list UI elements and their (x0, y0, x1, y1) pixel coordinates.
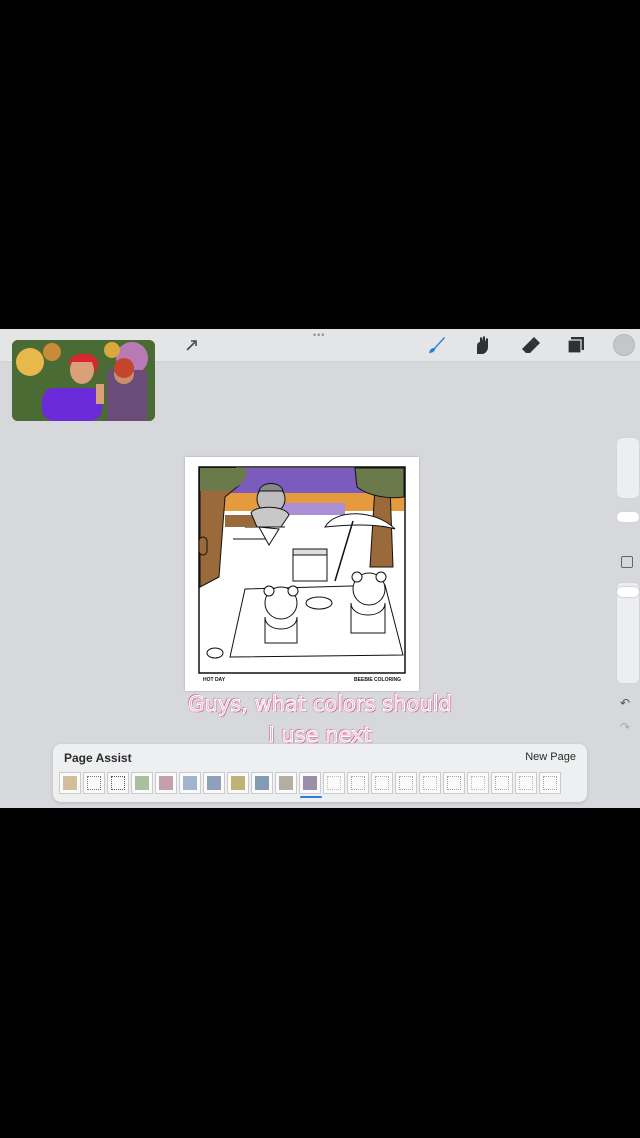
page-thumbnail[interactable] (131, 772, 153, 794)
page-thumbnail[interactable] (179, 772, 201, 794)
page-thumbnail-art (159, 776, 173, 790)
page-thumbnail[interactable] (491, 772, 513, 794)
page-thumbnail[interactable] (419, 772, 441, 794)
page-thumbnail-art (183, 776, 197, 790)
page-thumbnail[interactable] (251, 772, 273, 794)
page-thumbnail-art (375, 776, 389, 790)
page-thumbnail-art (63, 776, 77, 790)
artwork-caption-right: BEEBIE COLORING (354, 677, 401, 683)
page-thumbnail-art (303, 776, 317, 790)
new-page-button[interactable]: New Page (525, 751, 576, 763)
page-thumbnail-art (279, 776, 293, 790)
modify-button[interactable] (621, 556, 633, 568)
canvas-artwork[interactable]: HOT DAY BEEBIE COLORING (185, 457, 419, 691)
caption-line-2: I use next (268, 723, 372, 748)
transform-arrow-icon[interactable] (180, 333, 204, 357)
eraser-icon[interactable] (518, 333, 542, 357)
page-thumbnail[interactable] (395, 772, 417, 794)
page-thumbnail-art (327, 776, 341, 790)
page-thumbnail[interactable] (539, 772, 561, 794)
page-thumbnail[interactable] (155, 772, 177, 794)
page-thumbnail[interactable] (515, 772, 537, 794)
drag-handle[interactable]: ••• (313, 331, 325, 340)
page-thumbnail[interactable] (323, 772, 345, 794)
page-thumbnail-art (495, 776, 509, 790)
page-thumbnail-art (447, 776, 461, 790)
page-thumbnail-art (255, 776, 269, 790)
smudge-icon[interactable] (470, 333, 494, 357)
brush-size-thumb[interactable] (616, 511, 640, 523)
undo-icon[interactable]: ↶ (620, 696, 630, 710)
page-assist-panel: Page Assist New Page (53, 744, 587, 802)
page-thumbnail-art (87, 776, 101, 790)
page-thumbnail-art (135, 776, 149, 790)
page-thumbnail[interactable] (347, 772, 369, 794)
page-thumbnail[interactable] (443, 772, 465, 794)
page-thumbnail[interactable] (467, 772, 489, 794)
page-thumbnail[interactable] (83, 772, 105, 794)
webcam-overlay (12, 340, 155, 421)
page-thumbnail[interactable] (203, 772, 225, 794)
page-thumbnail[interactable] (59, 772, 81, 794)
page-thumbnail-strip (59, 772, 561, 798)
selected-page-indicator (300, 796, 322, 798)
layers-icon[interactable] (564, 333, 588, 357)
page-thumbnail-art (399, 776, 413, 790)
brush-size-slider[interactable] (616, 437, 640, 499)
color-picker-button[interactable] (613, 334, 635, 356)
artwork-caption-left: HOT DAY (203, 677, 226, 683)
page-thumbnail-art (231, 776, 245, 790)
page-thumbnail-art (351, 776, 365, 790)
page-thumbnail-art (111, 776, 125, 790)
page-thumbnail-art (423, 776, 437, 790)
page-thumbnail-art (543, 776, 557, 790)
page-thumbnail[interactable] (227, 772, 249, 794)
opacity-thumb[interactable] (616, 586, 640, 598)
page-thumbnail-art (471, 776, 485, 790)
page-thumbnail-art (519, 776, 533, 790)
page-assist-title: Page Assist (64, 751, 132, 765)
redo-icon[interactable]: ↷ (620, 720, 630, 734)
brush-icon[interactable] (424, 333, 448, 357)
page-thumbnail-art (207, 776, 221, 790)
page-thumbnail[interactable] (275, 772, 297, 794)
caption-line-1: Guys, what colors should (188, 692, 452, 717)
page-thumbnail[interactable] (299, 772, 322, 798)
page-thumbnail[interactable] (107, 772, 129, 794)
page-thumbnail[interactable] (371, 772, 393, 794)
